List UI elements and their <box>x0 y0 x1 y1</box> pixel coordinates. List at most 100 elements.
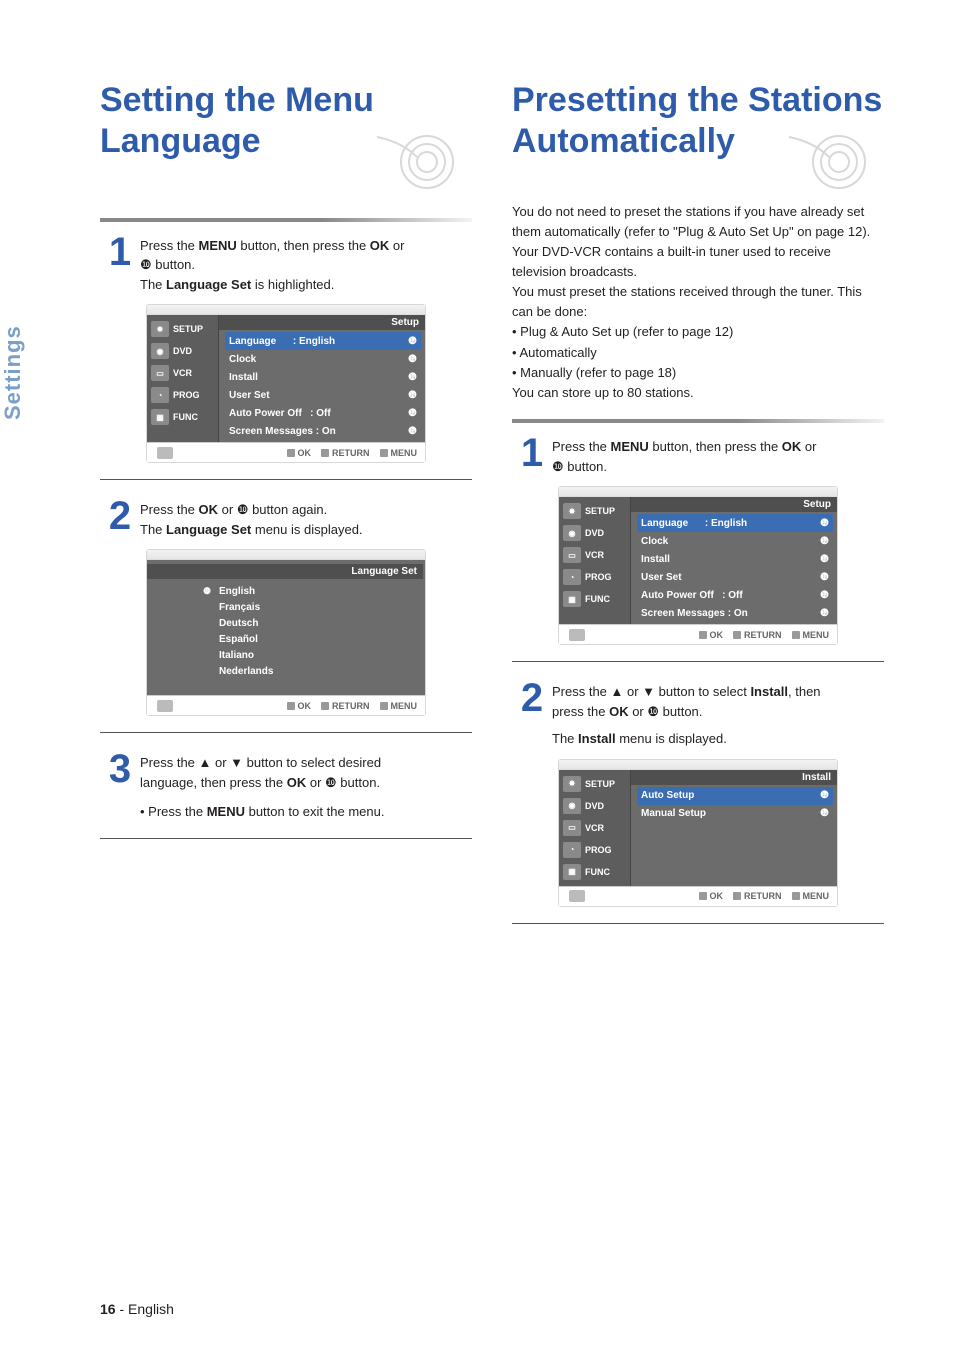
chevron-right-icon: ❿ <box>408 426 417 437</box>
gear-icon: ✸ <box>151 321 169 337</box>
text: • Press the <box>140 804 207 819</box>
osd-row-label: User Set <box>641 572 682 583</box>
intro-b1: • Plug & Auto Set up (refer to page 12) <box>512 322 884 342</box>
intro-p2: Your DVD-VCR contains a built-in tuner u… <box>512 242 884 282</box>
left-step-1: 1 Press the MENU button, then press the … <box>100 232 472 295</box>
right-title-line1: Presetting the Stations <box>512 80 884 121</box>
text-bold: Language Set <box>166 522 251 537</box>
rule <box>512 661 884 662</box>
lang-item: Nederlands <box>203 663 419 679</box>
text-bold: MENU <box>199 238 237 253</box>
nav-icon <box>569 629 585 641</box>
osd-row: Clock❿ <box>637 532 833 550</box>
rule <box>100 218 472 222</box>
osd-row-selected: Language : English❿ <box>225 332 421 350</box>
osd-side-label: SETUP <box>585 779 615 789</box>
osd-side-label: PROG <box>585 845 612 855</box>
chevron-right-icon: ❿ <box>820 572 829 583</box>
osd-row-label: User Set <box>229 390 270 401</box>
text: or ❿ button. <box>629 704 703 719</box>
osd-row-label: Install <box>229 372 258 383</box>
osd-row-label: Auto Power Off <box>641 590 714 601</box>
right-title: Presetting the Stations Automatically <box>512 80 884 202</box>
text: button, then press the <box>649 439 782 454</box>
text-bold: OK <box>609 704 629 719</box>
osd-footer-menu: MENU <box>803 891 830 901</box>
osd-side-label: SETUP <box>173 324 203 334</box>
left-title: Setting the Menu Language <box>100 80 472 202</box>
osd-row: Screen Messages : On❿ <box>225 422 421 440</box>
text: The <box>140 522 166 537</box>
rule <box>100 732 472 733</box>
text: Press the <box>552 439 611 454</box>
osd-row-value: : English <box>293 336 335 347</box>
func-icon: ▦ <box>563 591 581 607</box>
intro-p3: You must preset the stations received th… <box>512 282 884 322</box>
text: Press the ▲ or ▼ button to select <box>552 684 750 699</box>
osd-title: Setup <box>219 315 425 330</box>
text: The <box>140 277 166 292</box>
osd-footer-return: RETURN <box>744 630 782 640</box>
text: ❿ button. <box>552 459 607 474</box>
osd-side-label: DVD <box>585 801 604 811</box>
osd-footer-menu: MENU <box>803 630 830 640</box>
osd-footer-ok: OK <box>710 891 724 901</box>
step-number: 3 <box>100 749 140 789</box>
osd-row: User Set❿ <box>225 386 421 404</box>
osd-row: Install❿ <box>637 550 833 568</box>
osd-side-label: VCR <box>173 368 192 378</box>
osd-row-label: Screen Messages <box>229 426 313 437</box>
osd-row-value: : Off <box>722 590 743 601</box>
osd-row: Screen Messages : On❿ <box>637 604 833 622</box>
prog-icon: ◔ <box>563 842 581 858</box>
chevron-right-icon: ❿ <box>820 608 829 619</box>
lang-item-selected: ❿English <box>203 583 419 599</box>
play-icon: ❿ <box>203 586 213 597</box>
text: or ❿ button again. <box>218 502 327 517</box>
osd-row-value: : English <box>705 518 747 529</box>
osd-side-label: VCR <box>585 823 604 833</box>
intro-b3: • Manually (refer to page 18) <box>512 363 884 383</box>
rule <box>100 479 472 480</box>
text: , then <box>788 684 821 699</box>
nav-icon <box>157 447 173 459</box>
osd-side-label: SETUP <box>585 506 615 516</box>
text: Press the <box>140 238 199 253</box>
osd-footer-menu: MENU <box>391 701 418 711</box>
chevron-right-icon: ❿ <box>820 590 829 601</box>
left-column: Setting the Menu Language 1 Press the ME… <box>100 80 472 940</box>
osd-language-set-screenshot: Language Set ❿English Français Deutsch E… <box>146 549 426 716</box>
text: button, then press the <box>237 238 370 253</box>
osd-row-value: : Off <box>310 408 331 419</box>
osd-side-label: FUNC <box>585 867 610 877</box>
text-bold: OK <box>199 502 219 517</box>
osd-install-screenshot: ✸SETUP ◉DVD ▭VCR ◔PROG ▦FUNC Install Aut… <box>558 759 838 907</box>
text: ❿ button. <box>140 257 195 272</box>
osd-side-label: DVD <box>585 528 604 538</box>
gear-icon: ✸ <box>563 503 581 519</box>
vcr-icon: ▭ <box>151 365 169 381</box>
osd-row: Clock❿ <box>225 350 421 368</box>
func-icon: ▦ <box>151 409 169 425</box>
left-step-2: 2 Press the OK or ❿ button again. The La… <box>100 496 472 539</box>
text: menu is displayed. <box>616 731 727 746</box>
prog-icon: ◔ <box>151 387 169 403</box>
page-number: 16 <box>100 1301 116 1317</box>
lang-item: Italiano <box>203 647 419 663</box>
nav-icon <box>157 700 173 712</box>
nav-icon <box>569 890 585 902</box>
text-bold: OK <box>287 775 307 790</box>
text: button to exit the menu. <box>245 804 384 819</box>
text-bold: MENU <box>207 804 245 819</box>
osd-side-label: VCR <box>585 550 604 560</box>
osd-row-value: : On <box>728 608 748 619</box>
text-bold: Install <box>750 684 788 699</box>
text-bold: OK <box>370 238 390 253</box>
left-step-3: 3 Press the ▲ or ▼ button to select desi… <box>100 749 472 822</box>
text: or ❿ button. <box>306 775 380 790</box>
page-footer: 16 - English <box>100 1301 174 1317</box>
osd-row: User Set ❿ <box>637 568 833 586</box>
left-title-line1: Setting the Menu <box>100 80 472 121</box>
func-icon: ▦ <box>563 864 581 880</box>
text-bold: OK <box>782 439 802 454</box>
